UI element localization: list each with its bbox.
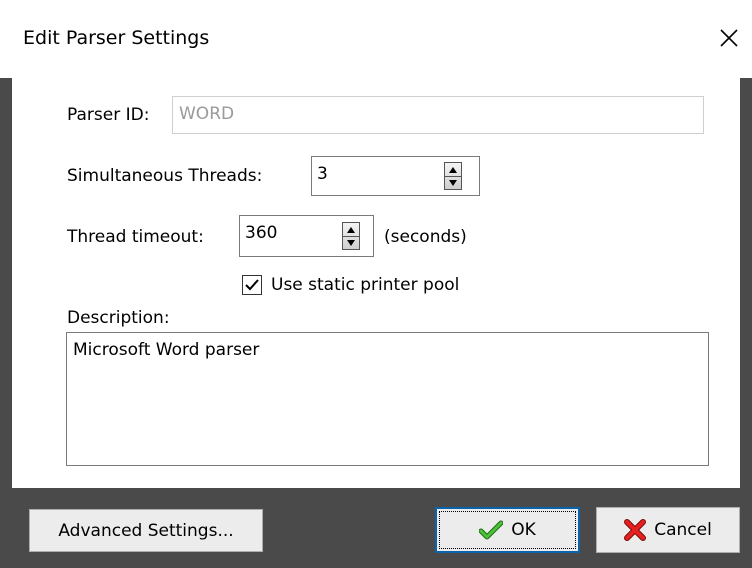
parser-id-label: Parser ID: [67,105,150,125]
checkmark-icon [479,520,504,540]
threads-label: Simultaneous Threads: [67,166,263,186]
dialog-title: Edit Parser Settings [23,27,210,49]
close-icon [720,29,738,47]
close-button[interactable] [706,16,752,60]
timeout-unit-label: (seconds) [384,227,467,247]
spin-up-icon[interactable] [449,167,457,173]
static-pool-checkbox[interactable] [242,275,262,295]
spin-down-icon[interactable] [347,240,355,246]
advanced-settings-button[interactable]: Advanced Settings... [29,509,263,552]
ok-label: OK [511,520,536,540]
title-bar: Edit Parser Settings [0,0,752,78]
threads-value: 3 [317,164,328,184]
threads-spinner[interactable] [444,162,462,190]
spin-down-icon[interactable] [449,180,457,186]
advanced-settings-label: Advanced Settings... [58,520,234,541]
ok-button[interactable]: OK [435,507,580,553]
static-pool-label[interactable]: Use static printer pool [271,274,459,296]
description-value: Microsoft Word parser [73,340,260,360]
timeout-value: 360 [245,223,278,243]
cancel-button[interactable]: Cancel [596,507,740,553]
description-textarea[interactable]: Microsoft Word parser [66,332,709,466]
cancel-label: Cancel [654,520,712,540]
spin-up-icon[interactable] [347,227,355,233]
edit-parser-settings-dialog: Edit Parser Settings Parser ID: WORD Sim… [0,0,752,568]
description-label: Description: [67,308,170,328]
checkmark-icon [245,279,259,291]
timeout-spinner[interactable] [342,222,360,250]
settings-panel: Parser ID: WORD Simultaneous Threads: 3 … [12,78,740,488]
timeout-label: Thread timeout: [67,227,204,247]
parser-id-field: WORD [172,96,704,134]
cancel-x-icon [624,519,647,541]
